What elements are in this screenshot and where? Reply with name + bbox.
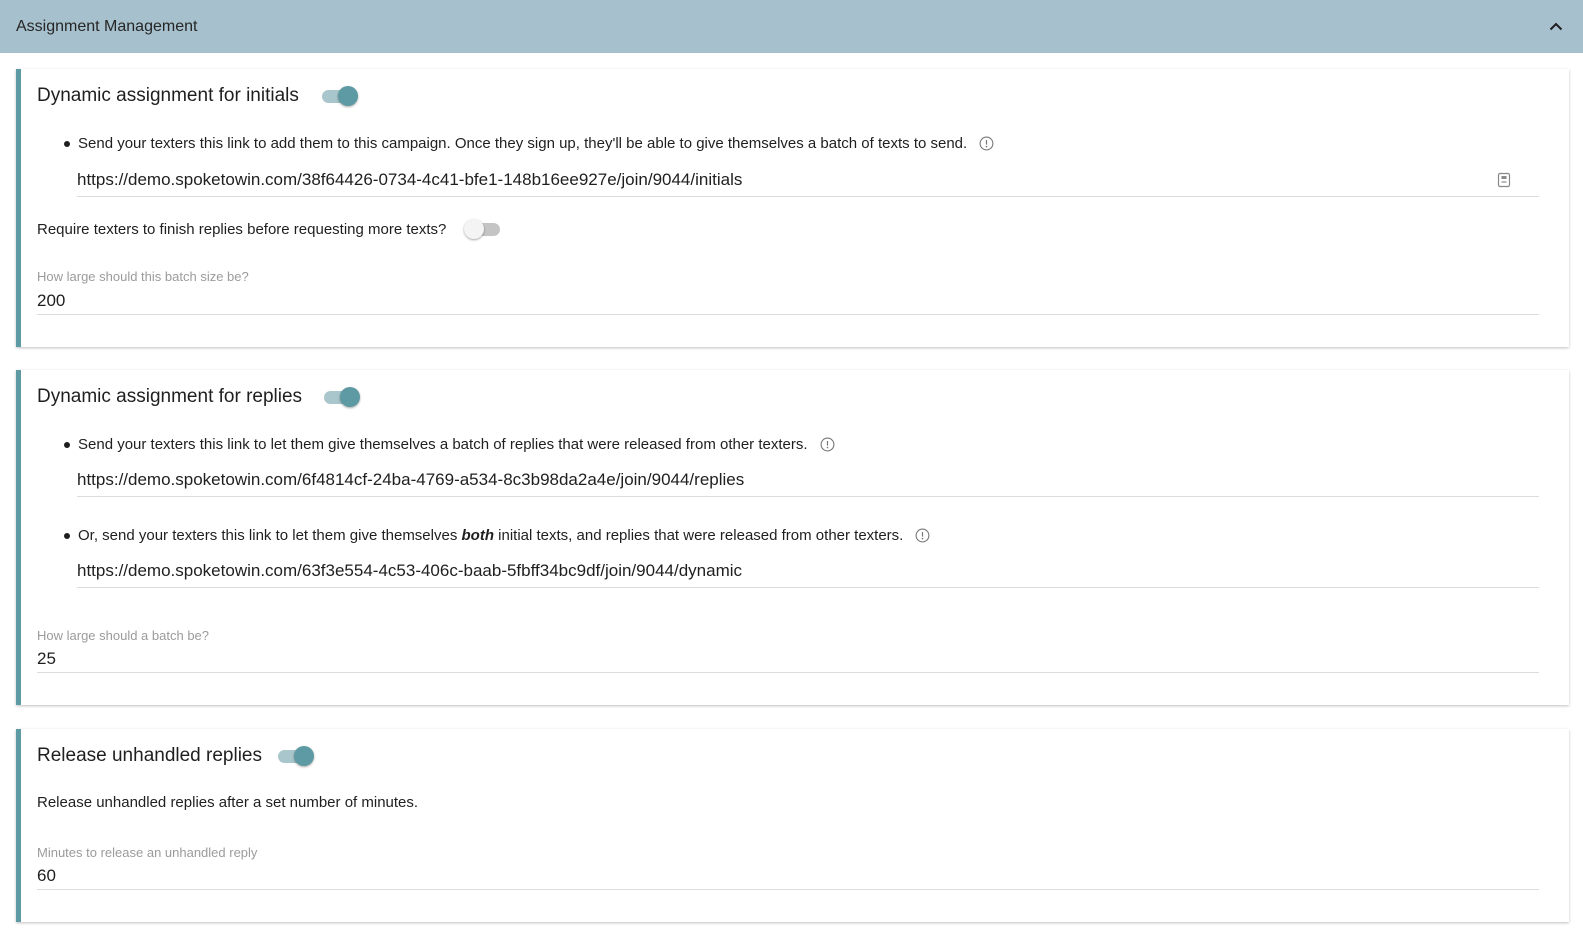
toggle-thumb [338,86,358,106]
initials-link-text: https://demo.spoketowin.com/38f64426-073… [77,169,743,189]
replies-link-text: https://demo.spoketowin.com/6f4814cf-24b… [77,469,745,489]
replies-link-field[interactable]: https://demo.spoketowin.com/6f4814cf-24b… [77,463,1539,497]
release-replies-card: Release unhandled replies Release unhand… [16,729,1569,922]
dynamic-bullet-text-before: Or, send your texters this link to let t… [78,527,462,544]
toggle-thumb [464,219,484,239]
dynamic-link-text: https://demo.spoketowin.com/63f3e554-4c5… [77,560,743,580]
require-finish-toggle[interactable] [464,218,504,240]
initials-batch-input[interactable] [37,287,1539,315]
initials-bullet-text: Send your texters this link to add them … [78,135,968,152]
replies-toggle[interactable] [322,386,362,408]
dynamic-link-field[interactable]: https://demo.spoketowin.com/63f3e554-4c5… [77,554,1539,588]
toggle-thumb [340,387,360,407]
initials-batch-label: How large should this batch size be? [37,269,249,284]
bullet [64,140,70,147]
replies-bullet-text: Send your texters this link to let them … [78,436,808,453]
initials-link-field[interactable]: https://demo.spoketowin.com/38f64426-073… [77,163,1539,197]
replies-batch-input[interactable] [37,645,1539,673]
section-title: Assignment Management [16,17,198,35]
release-minutes-input[interactable] [37,862,1539,890]
dynamic-bullet-text-after: initial texts, and replies that were rel… [493,527,904,544]
release-toggle[interactable] [276,745,316,767]
info-icon[interactable] [915,528,930,543]
initials-assignment-card: Dynamic assignment for initials Send you… [16,69,1569,347]
initials-card-title: Dynamic assignment for initials [37,85,299,106]
replies-card-title: Dynamic assignment for replies [37,386,303,407]
info-icon[interactable] [979,136,994,151]
toggle-thumb [294,746,314,766]
clipboard-icon[interactable] [1497,172,1511,188]
section-header[interactable]: Assignment Management [0,0,1583,53]
bullet [64,441,70,448]
dynamic-link-description: Or, send your texters this link to let t… [64,527,930,544]
initials-toggle[interactable] [320,85,360,107]
release-card-title: Release unhandled replies [37,745,262,766]
require-finish-label: Require texters to finish replies before… [37,221,447,238]
dynamic-bullet-emphasis: both [461,527,494,544]
replies-assignment-card: Dynamic assignment for replies Send your… [16,370,1569,705]
chevron-up-icon[interactable] [1545,16,1567,38]
replies-link-description: Send your texters this link to let them … [64,436,835,453]
info-icon[interactable] [820,437,835,452]
release-minutes-label: Minutes to release an unhandled reply [37,845,258,860]
initials-link-description: Send your texters this link to add them … [64,135,994,152]
bullet [64,532,70,539]
replies-batch-label: How large should a batch be? [37,628,210,643]
release-description: Release unhandled replies after a set nu… [37,794,419,811]
